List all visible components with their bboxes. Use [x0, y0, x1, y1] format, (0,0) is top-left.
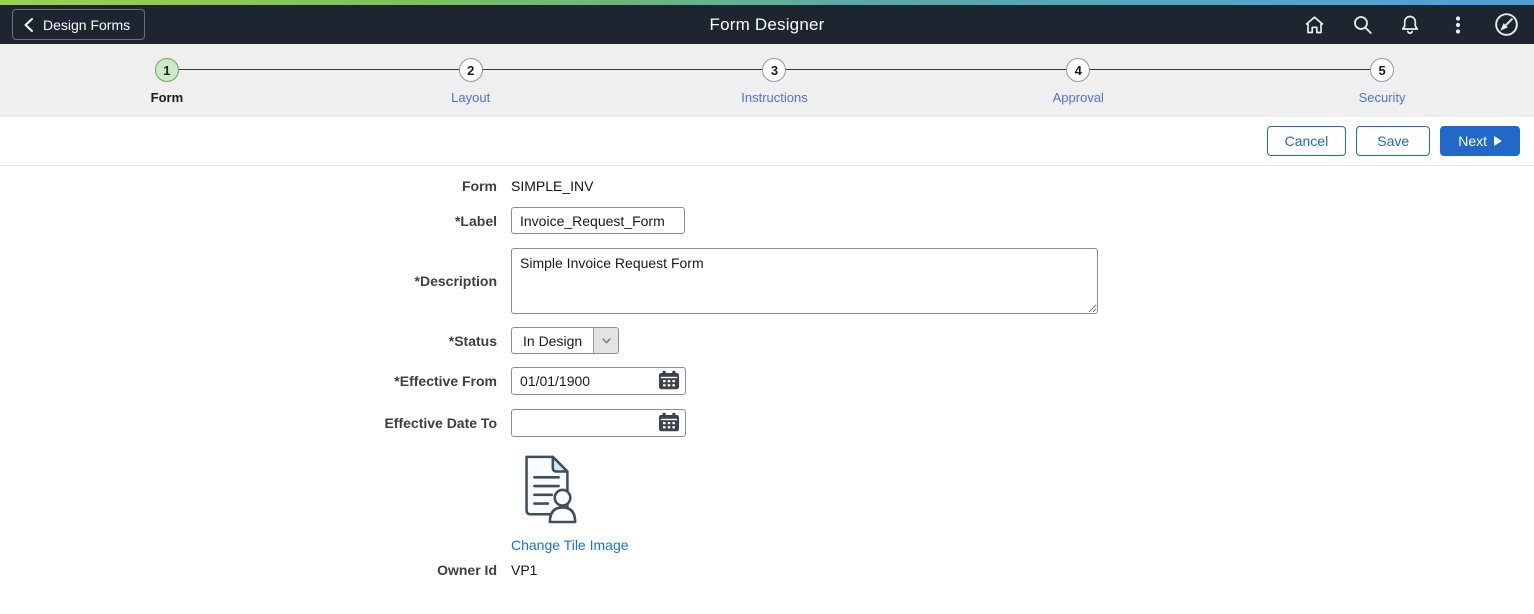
effective-from-label: *Effective From: [0, 373, 497, 389]
description-row: *Description Simple Invoice Request Form: [0, 248, 1534, 314]
kebab-menu-icon: [1446, 13, 1470, 37]
step-circle-4: 4: [1066, 58, 1090, 82]
owner-id-value: VP1: [511, 562, 537, 578]
status-selected-value: In Design: [512, 328, 593, 353]
home-icon: [1302, 13, 1327, 37]
status-field-label: *Status: [0, 333, 497, 349]
notifications-button[interactable]: [1394, 10, 1426, 40]
navbar-compass-icon: [1493, 11, 1520, 38]
step-circle-2: 2: [459, 58, 483, 82]
calendar-icon: [658, 412, 680, 435]
wizard-stepper: 1 Form 2 Layout 3 Instructions 4 Approva…: [0, 44, 1534, 117]
stepper-steps: 1 Form 2 Layout 3 Instructions 4 Approva…: [0, 44, 1534, 117]
step-label-approval: Approval: [1053, 90, 1104, 105]
effective-to-row: Effective Date To: [0, 409, 1534, 437]
label-input[interactable]: [511, 207, 685, 234]
effective-from-row: *Effective From: [0, 367, 1534, 395]
step-label-security: Security: [1359, 90, 1406, 105]
label-field-label: *Label: [0, 213, 497, 229]
description-field-label: *Description: [0, 273, 497, 289]
next-button[interactable]: Next: [1440, 126, 1520, 156]
next-button-label: Next: [1458, 133, 1487, 149]
step-circle-3: 3: [762, 58, 786, 82]
change-tile-row: Change Tile Image: [0, 537, 1534, 553]
play-arrow-icon: [1494, 136, 1502, 146]
step-label-form: Form: [151, 90, 184, 105]
cancel-button[interactable]: Cancel: [1267, 126, 1347, 156]
stepper-step-approval[interactable]: 4 Approval: [926, 44, 1230, 117]
change-tile-image-link[interactable]: Change Tile Image: [511, 537, 629, 553]
step-circle-5: 5: [1370, 58, 1394, 82]
step-label-instructions: Instructions: [741, 90, 807, 105]
stepper-step-form[interactable]: 1 Form: [15, 44, 319, 117]
bell-icon: [1398, 13, 1422, 37]
header-bar: Design Forms Form Designer: [0, 5, 1534, 44]
step-label-layout: Layout: [451, 90, 490, 105]
form-name-label: Form: [0, 178, 497, 194]
actions-menu-button[interactable]: [1442, 10, 1474, 40]
stepper-step-instructions[interactable]: 3 Instructions: [623, 44, 927, 117]
form-name-value: SIMPLE_INV: [511, 178, 593, 194]
action-toolbar: Cancel Save Next: [0, 117, 1534, 166]
owner-id-label: Owner Id: [0, 562, 497, 578]
effective-to-calendar-button[interactable]: [657, 413, 681, 433]
status-row: *Status In Design: [0, 327, 1534, 354]
effective-from-calendar-button[interactable]: [657, 371, 681, 391]
home-button[interactable]: [1298, 10, 1330, 40]
description-textarea[interactable]: Simple Invoice Request Form: [511, 248, 1098, 314]
chevron-left-icon: [23, 17, 34, 33]
step-circle-1: 1: [155, 58, 179, 82]
tile-image-row: [0, 450, 1534, 531]
search-icon: [1350, 13, 1375, 37]
back-button-label: Design Forms: [43, 17, 130, 33]
search-button[interactable]: [1346, 10, 1378, 40]
owner-id-row: Owner Id VP1: [0, 562, 1534, 578]
status-select[interactable]: In Design: [511, 327, 619, 354]
select-dropdown-arrow: [593, 328, 618, 353]
header-icon-group: [1298, 10, 1522, 40]
stepper-step-security[interactable]: 5 Security: [1230, 44, 1534, 117]
form-name-row: Form SIMPLE_INV: [0, 178, 1534, 194]
calendar-icon: [658, 370, 680, 393]
label-row: *Label: [0, 207, 1534, 234]
navbar-button[interactable]: [1490, 10, 1522, 40]
tile-image-document-person-icon: [511, 450, 581, 531]
back-button-design-forms[interactable]: Design Forms: [12, 9, 145, 40]
effective-to-label: Effective Date To: [0, 415, 497, 431]
form-designer-step1-form: Form SIMPLE_INV *Label *Description Simp…: [0, 166, 1534, 578]
stepper-step-layout[interactable]: 2 Layout: [319, 44, 623, 117]
save-button[interactable]: Save: [1356, 126, 1430, 156]
